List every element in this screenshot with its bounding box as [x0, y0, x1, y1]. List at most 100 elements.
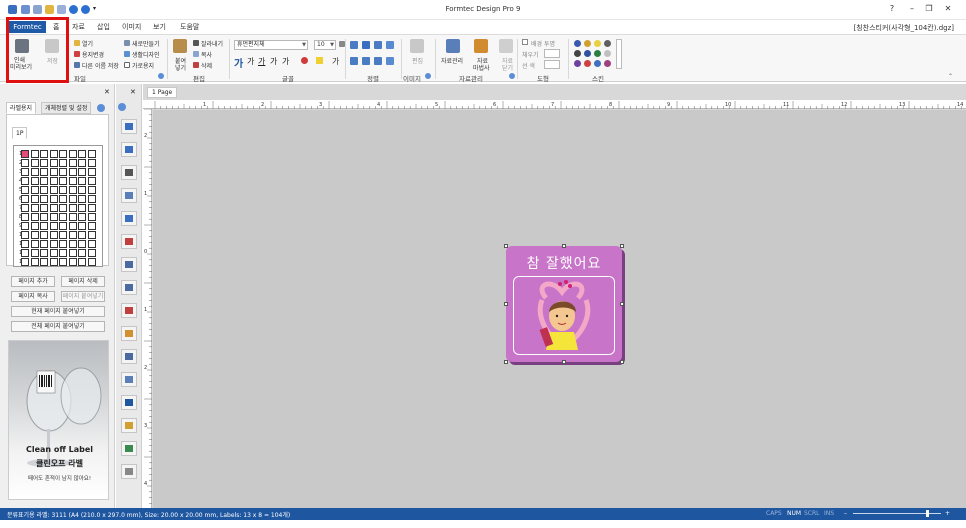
label-cell[interactable] — [68, 195, 77, 203]
label-cell[interactable] — [87, 150, 96, 158]
tab-object-align[interactable]: 개체정렬 및 설정 — [41, 102, 92, 114]
label-cell[interactable] — [49, 168, 58, 176]
open-button[interactable]: 열기 — [82, 39, 93, 48]
table-icon[interactable] — [121, 188, 137, 203]
label-cell[interactable] — [21, 177, 29, 185]
label-cell[interactable] — [40, 204, 48, 212]
resize-handle[interactable] — [504, 360, 508, 364]
label-cell[interactable] — [21, 213, 29, 221]
label-cell[interactable] — [21, 258, 29, 266]
paste-page-button[interactable]: 페이지 붙여넣기 — [61, 291, 105, 302]
label-cell[interactable] — [68, 240, 77, 248]
label-cell[interactable] — [40, 195, 48, 203]
label-cell[interactable] — [40, 258, 48, 266]
panel-close-icon[interactable]: ✕ — [104, 88, 110, 96]
skin-swatch[interactable] — [574, 40, 581, 47]
add-page-button[interactable]: 페이지 추가 — [11, 276, 55, 287]
label-cell[interactable] — [87, 177, 96, 185]
delete-page-button[interactable]: 페이지 삭제 — [61, 276, 105, 287]
label-cell[interactable] — [49, 195, 58, 203]
label-cell[interactable] — [40, 159, 48, 167]
label-cell[interactable] — [59, 213, 67, 221]
label-cell[interactable] — [49, 258, 58, 266]
skin-swatch[interactable] — [584, 50, 591, 57]
landscape-button[interactable]: 가로용지 — [132, 61, 154, 70]
label-cell[interactable] — [30, 213, 39, 221]
label-cell[interactable] — [59, 258, 67, 266]
skin-swatch[interactable] — [594, 40, 601, 47]
label-cell[interactable] — [78, 150, 86, 158]
valign-middle-icon[interactable] — [362, 57, 370, 65]
tab-data[interactable]: 자료 — [72, 22, 85, 32]
subscript-icon[interactable]: 가 — [282, 56, 289, 67]
copy-button[interactable]: 복사 — [201, 50, 212, 59]
label-design-button[interactable]: 생활디자인 — [132, 50, 160, 59]
file-group-info-icon[interactable] — [158, 73, 164, 79]
label-cell[interactable] — [68, 204, 77, 212]
label-cell[interactable] — [78, 231, 86, 239]
label-cell[interactable] — [78, 213, 86, 221]
label-cell[interactable] — [21, 204, 29, 212]
italic-icon[interactable]: 가 — [247, 56, 254, 67]
text-effect-icon[interactable]: 가 — [332, 56, 339, 67]
label-cell[interactable] — [59, 195, 67, 203]
new-button[interactable]: 새로만들기 — [132, 39, 160, 48]
label-cell[interactable] — [59, 150, 67, 158]
label-cell[interactable] — [30, 204, 39, 212]
label-cell[interactable] — [68, 249, 77, 257]
label-cell[interactable] — [21, 222, 29, 230]
label-cell[interactable] — [30, 168, 39, 176]
font-color-icon[interactable] — [301, 57, 308, 64]
save-as-button[interactable]: 다른 이름 저장 — [82, 61, 119, 70]
label-cell[interactable] — [78, 186, 86, 194]
data-manage-button[interactable]: 자료관리 — [441, 56, 463, 65]
font-size-select[interactable]: 10 ▼ — [314, 40, 336, 50]
skin-swatch[interactable] — [594, 60, 601, 67]
label-cell[interactable] — [30, 240, 39, 248]
label-cell[interactable] — [78, 249, 86, 257]
skin-swatch[interactable] — [584, 60, 591, 67]
skin-swatch[interactable] — [604, 50, 611, 57]
copy-page-button[interactable]: 페이지 복사 — [11, 291, 55, 302]
resize-handle[interactable] — [562, 244, 566, 248]
text-box-icon[interactable] — [121, 165, 137, 180]
valign-top-icon[interactable] — [350, 57, 358, 65]
label-cell[interactable] — [87, 168, 96, 176]
resize-handle[interactable] — [504, 302, 508, 306]
page-tab[interactable]: 1 Page — [147, 87, 178, 98]
advertisement-banner[interactable]: Clean off Label 클린오프 라벨 떼어도 흔적이 남지 않아요! — [8, 340, 109, 500]
label-cell[interactable] — [78, 177, 86, 185]
fill-color-select[interactable] — [544, 49, 560, 58]
label-cell[interactable] — [21, 150, 29, 158]
label-cell[interactable] — [30, 150, 39, 158]
font-icon[interactable] — [121, 395, 137, 410]
label-cell[interactable] — [68, 150, 77, 158]
label-cell[interactable] — [40, 150, 48, 158]
picture-icon[interactable] — [121, 418, 137, 433]
toolbox-info-icon[interactable] — [118, 103, 126, 111]
cut-button[interactable]: 잘라내기 — [201, 39, 223, 48]
layout-icon[interactable] — [121, 349, 137, 364]
label-cell[interactable] — [40, 231, 48, 239]
paste-current-page-button[interactable]: 현재 페이지 붙여넣기 — [11, 306, 105, 317]
label-cell[interactable] — [21, 231, 29, 239]
label-cell[interactable] — [49, 231, 58, 239]
highlight-icon[interactable] — [316, 57, 323, 64]
qr-icon[interactable] — [121, 280, 137, 295]
label-cell[interactable] — [59, 240, 67, 248]
paste-label-2[interactable]: 넣기 — [175, 63, 186, 72]
label-cell[interactable] — [59, 168, 67, 176]
label-cell[interactable] — [78, 204, 86, 212]
help-button[interactable]: ? — [885, 4, 899, 13]
label-cell[interactable] — [59, 159, 67, 167]
label-cell[interactable] — [68, 258, 77, 266]
ribbon-collapse-icon[interactable]: ⌃ — [948, 73, 953, 80]
data-wizard-label-2[interactable]: 마법사 — [473, 63, 490, 72]
label-cell[interactable] — [68, 168, 77, 176]
label-cell[interactable] — [21, 240, 29, 248]
resize-handle[interactable] — [562, 360, 566, 364]
tab-help[interactable]: 도움말 — [180, 22, 199, 32]
line-icon[interactable] — [121, 303, 137, 318]
label-cell[interactable] — [30, 258, 39, 266]
valign-bottom-icon[interactable] — [374, 57, 382, 65]
